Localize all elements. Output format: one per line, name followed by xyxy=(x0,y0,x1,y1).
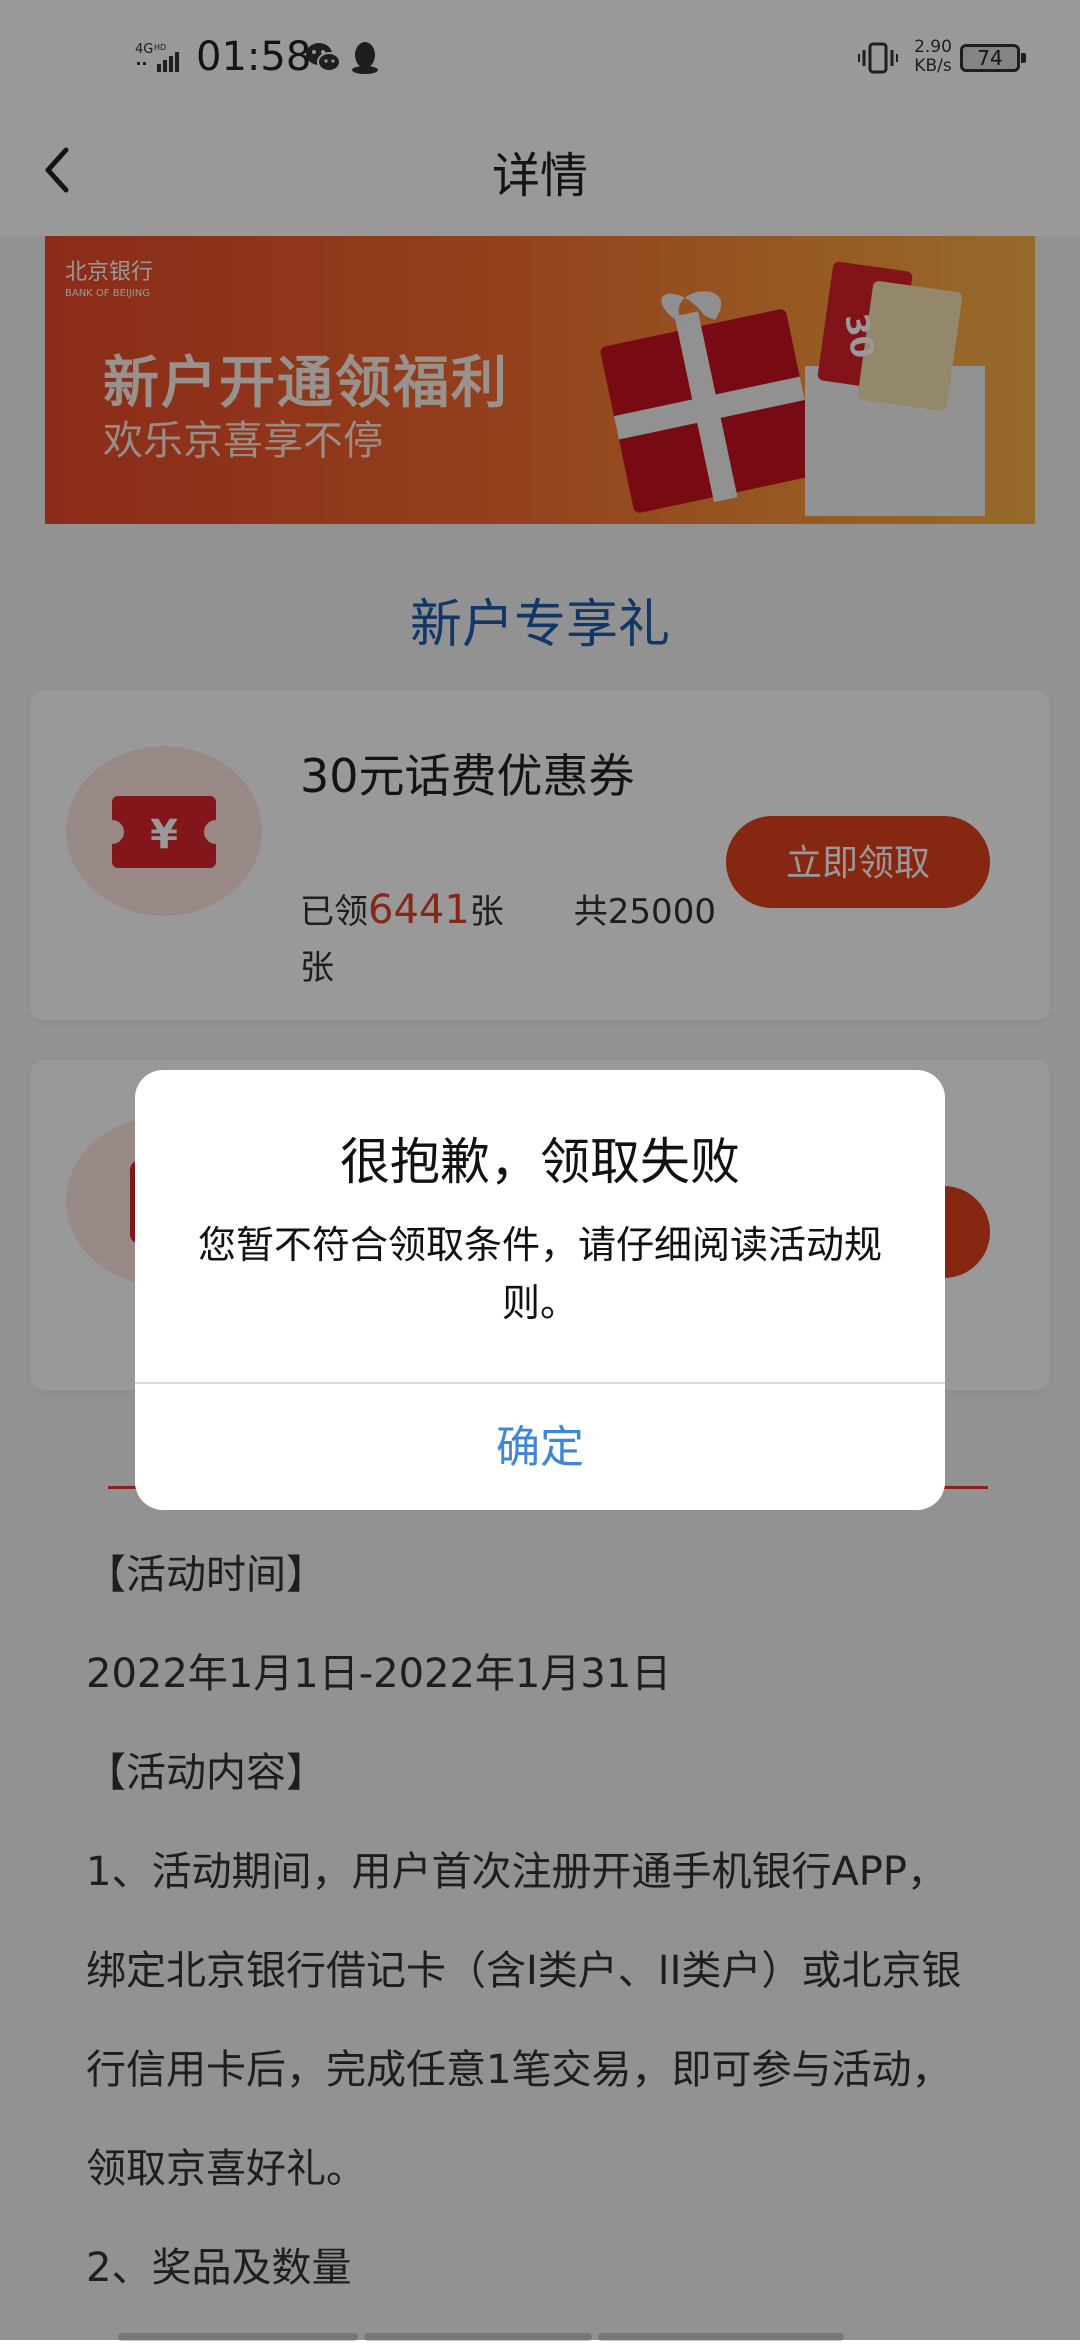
dialog-title: 很抱歉，领取失败 xyxy=(340,1133,740,1191)
dialog-message: 您暂不符合领取条件，请仔细阅读活动规则。 xyxy=(197,1223,882,1325)
confirm-button[interactable]: 确定 xyxy=(135,1384,945,1510)
error-dialog: 很抱歉，领取失败 您暂不符合领取条件，请仔细阅读活动规则。 确定 xyxy=(135,1070,945,1510)
